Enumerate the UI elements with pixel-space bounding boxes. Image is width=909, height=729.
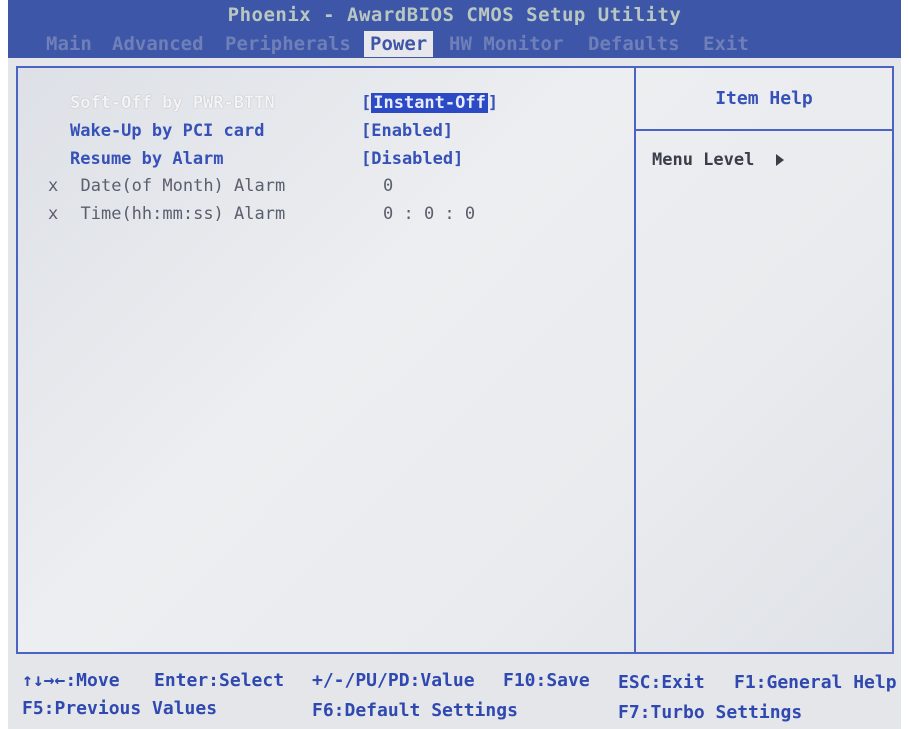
setting-value-time-alarm: 0 : 0 : 0 xyxy=(383,204,476,224)
hint-value: +/-/PU/PD:Value xyxy=(312,670,475,691)
hint-move: ↑↓→←:Move xyxy=(22,670,120,691)
hint-exit: ESC:Exit xyxy=(618,672,705,693)
app-title: Phoenix - AwardBIOS CMOS Setup Utility xyxy=(227,4,682,26)
hint-turbo-settings: F7:Turbo Settings xyxy=(618,702,803,723)
tab-advanced[interactable]: Advanced xyxy=(112,31,204,57)
setting-value-soft-off[interactable]: [Instant-Off] xyxy=(361,92,498,114)
help-divider xyxy=(636,129,892,131)
bios-screen: Phoenix - AwardBIOS CMOS Setup Utility M… xyxy=(8,0,901,729)
tab-hw-monitor[interactable]: HW Monitor xyxy=(449,31,563,57)
key-hints: ↑↓→←:Move Enter:Select +/-/PU/PD:Value F… xyxy=(8,666,901,729)
setting-date-alarm: x Date(of Month) Alarm xyxy=(48,175,285,197)
tab-exit[interactable]: Exit xyxy=(703,31,749,57)
main-panel: Soft-Off by PWR-BTTN [Instant-Off] Wake-… xyxy=(16,66,894,654)
item-help-title: Item Help xyxy=(715,88,813,109)
setting-time-alarm: x Time(hh:mm:ss) Alarm xyxy=(48,203,285,225)
selected-value: Instant-Off xyxy=(371,93,488,113)
tab-peripherals[interactable]: Peripherals xyxy=(225,31,351,57)
hint-save: F10:Save xyxy=(503,670,590,691)
disabled-marker: x xyxy=(48,204,59,224)
setting-resume-alarm[interactable]: Resume by Alarm xyxy=(70,148,224,170)
setting-label: Soft-Off by PWR-BTTN xyxy=(70,93,275,113)
setting-wake-up-pci[interactable]: Wake-Up by PCI card xyxy=(70,120,264,142)
setting-label: Time(hh:mm:ss) Alarm xyxy=(80,204,286,224)
tab-main[interactable]: Main xyxy=(46,31,92,57)
setting-label: Date(of Month) Alarm xyxy=(80,176,286,196)
hint-general-help: F1:General Help xyxy=(734,672,897,693)
setting-value-wake-up-pci[interactable]: [Enabled] xyxy=(361,120,453,142)
tab-defaults[interactable]: Defaults xyxy=(588,31,680,57)
menu-bar: Main Advanced Peripherals Power HW Monit… xyxy=(8,31,901,57)
hint-previous-values: F5:Previous Values xyxy=(22,698,218,719)
setting-label: Resume by Alarm xyxy=(70,149,224,169)
setting-value-date-alarm: 0 xyxy=(383,176,394,196)
tab-power[interactable]: Power xyxy=(364,31,434,57)
hint-select: Enter:Select xyxy=(154,670,285,691)
menu-level: Menu Level xyxy=(652,150,785,170)
setting-label: Wake-Up by PCI card xyxy=(70,121,265,141)
setting-value-resume-alarm[interactable]: [Disabled] xyxy=(361,148,463,170)
disabled-marker: x xyxy=(48,176,59,196)
hint-default-settings: F6:Default Settings xyxy=(312,700,518,721)
setting-soft-off[interactable]: Soft-Off by PWR-BTTN xyxy=(70,92,275,114)
header-bar: Phoenix - AwardBIOS CMOS Setup Utility M… xyxy=(8,0,901,58)
menu-level-label: Menu Level xyxy=(652,150,755,170)
arrow-right-icon xyxy=(776,154,785,166)
panel-divider xyxy=(634,68,636,652)
